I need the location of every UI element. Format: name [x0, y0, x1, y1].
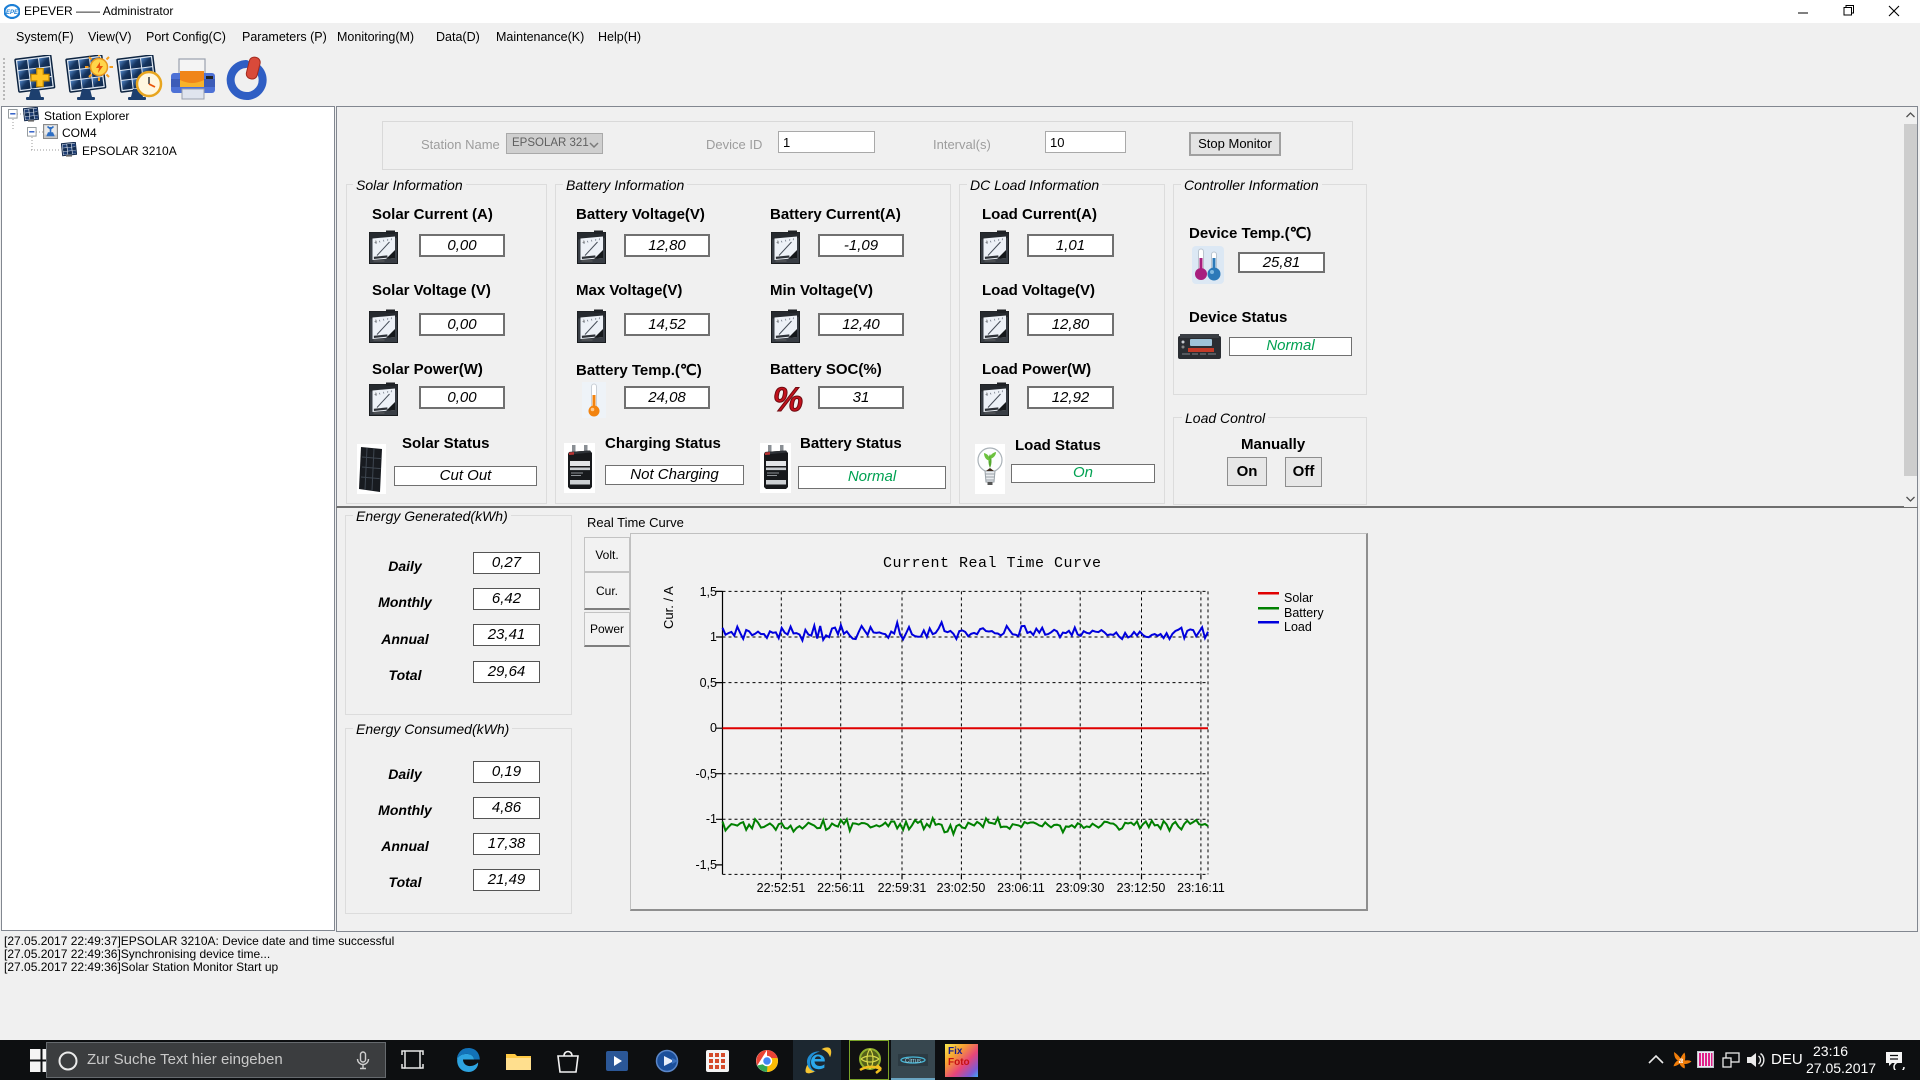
svg-text:Battery: Battery — [1284, 606, 1324, 620]
svg-text:Load: Load — [1284, 620, 1312, 634]
svg-text:23:06:11: 23:06:11 — [997, 881, 1045, 895]
svg-text:0,5: 0,5 — [700, 676, 717, 690]
svg-text:23:12:50: 23:12:50 — [1117, 881, 1166, 895]
svg-text:-0,5: -0,5 — [695, 767, 717, 781]
svg-text:1: 1 — [710, 630, 717, 644]
svg-text:a: a — [1679, 1056, 1684, 1065]
svg-text:-1: -1 — [706, 812, 717, 826]
svg-text:Cirrus: Cirrus — [905, 1059, 921, 1065]
svg-text:22:52:51: 22:52:51 — [757, 881, 806, 895]
svg-text:23:02:50: 23:02:50 — [937, 881, 986, 895]
svg-text:-1,5: -1,5 — [695, 858, 717, 872]
svg-text:22:59:31: 22:59:31 — [878, 881, 927, 895]
svg-text:23:09:30: 23:09:30 — [1056, 881, 1105, 895]
svg-text:0: 0 — [710, 721, 717, 735]
svg-text:1,5: 1,5 — [700, 585, 717, 599]
svg-text:22:56:11: 22:56:11 — [817, 881, 865, 895]
svg-text:Solar: Solar — [1284, 591, 1313, 605]
svg-text:EPE: EPE — [6, 10, 19, 16]
svg-text:23:16:11: 23:16:11 — [1177, 881, 1225, 895]
